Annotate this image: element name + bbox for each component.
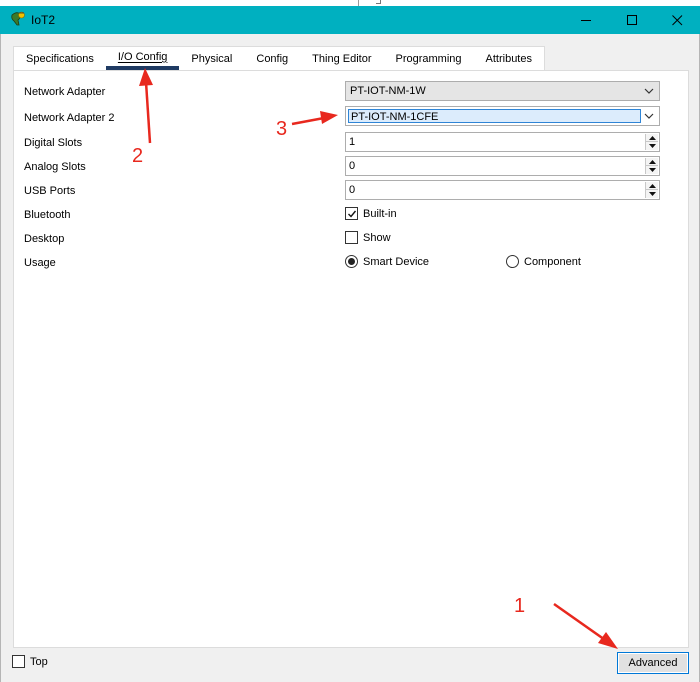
stepper-down-button[interactable] — [646, 190, 658, 198]
advanced-button[interactable]: Advanced — [617, 652, 689, 674]
caret-up-icon — [648, 159, 656, 164]
radio-selected-dot — [348, 258, 355, 265]
chevron-down-icon — [644, 113, 654, 119]
bluetooth-option-label: Built-in — [363, 207, 397, 220]
usage-option-label: Component — [524, 255, 581, 268]
tab-label: Attributes — [485, 52, 532, 65]
network-adapter-2-value: PT-IOT-NM-1CFE — [348, 109, 641, 123]
tab-specifications[interactable]: Specifications — [13, 46, 106, 70]
analog-slots-value: 0 — [349, 160, 356, 172]
title-bar[interactable]: IoT2 — [0, 6, 700, 34]
maximize-icon — [626, 14, 637, 25]
tab-physical[interactable]: Physical — [179, 46, 245, 70]
digital-slots-value: 1 — [349, 136, 356, 148]
tab-config[interactable]: Config — [244, 46, 301, 70]
dialog-client-area: Specifications I/O Config Physical Confi… — [0, 34, 700, 682]
tab-thing-editor[interactable]: Thing Editor — [300, 46, 384, 70]
annotation-number-2: 2 — [132, 145, 144, 167]
stepper-down-button[interactable] — [646, 142, 658, 150]
caret-up-icon — [648, 183, 656, 188]
bluetooth-builtin-checkbox[interactable]: Built-in — [345, 207, 397, 220]
advanced-button-label: Advanced — [628, 657, 678, 669]
desktop-option-label: Show — [363, 231, 391, 244]
caret-down-icon — [648, 192, 656, 196]
network-adapter-value: PT-IOT-NM-1W — [350, 85, 426, 97]
network-adapter-2-select[interactable]: PT-IOT-NM-1CFE — [345, 106, 660, 126]
usage-label: Usage — [24, 257, 56, 269]
usb-ports-value: 0 — [349, 184, 356, 196]
stepper-buttons — [645, 134, 658, 150]
radio-button[interactable] — [345, 255, 358, 268]
tab-label: Thing Editor — [312, 52, 372, 65]
close-icon — [671, 14, 682, 25]
usage-component-radio[interactable]: Component — [506, 255, 581, 268]
analog-slots-label: Analog Slots — [24, 161, 86, 173]
caret-down-icon — [648, 144, 656, 148]
stepper-buttons — [645, 182, 658, 198]
desktop-label: Desktop — [24, 233, 65, 245]
usb-ports-stepper[interactable]: 0 — [345, 180, 660, 200]
checkbox-box[interactable] — [12, 655, 25, 668]
network-adapter-select[interactable]: PT-IOT-NM-1W — [345, 81, 660, 101]
tab-label: I/O Config — [117, 50, 168, 63]
digital-slots-label: Digital Slots — [24, 137, 83, 149]
radio-button[interactable] — [506, 255, 519, 268]
tab-label: Config — [256, 52, 289, 65]
window-title: IoT2 — [31, 13, 56, 27]
tab-io-config[interactable]: I/O Config — [105, 46, 180, 70]
check-icon — [347, 210, 356, 218]
checkbox-box[interactable] — [345, 207, 358, 220]
io-config-panel: Network Adapter PT-IOT-NM-1W Network Ada… — [13, 70, 689, 648]
desktop-show-checkbox[interactable]: Show — [345, 231, 391, 244]
usage-option-label: Smart Device — [363, 255, 430, 268]
top-checkbox[interactable]: Top — [12, 655, 48, 668]
bluetooth-label: Bluetooth — [24, 209, 71, 221]
annotation-number-3: 3 — [276, 118, 288, 140]
minimize-button[interactable] — [563, 6, 609, 34]
stepper-down-button[interactable] — [646, 166, 658, 174]
stepper-up-button[interactable] — [646, 182, 658, 190]
tab-bar: Specifications I/O Config Physical Confi… — [13, 46, 545, 70]
tab-label: Specifications — [26, 52, 94, 65]
network-adapter-label: Network Adapter — [24, 86, 106, 98]
stepper-buttons — [645, 158, 658, 174]
tab-programming[interactable]: Programming — [383, 46, 474, 70]
iot-device-icon — [11, 11, 25, 26]
checkbox-box[interactable] — [345, 231, 358, 244]
top-checkbox-label: Top — [30, 655, 48, 668]
maximize-button[interactable] — [609, 6, 655, 34]
caret-down-icon — [648, 168, 656, 172]
network-adapter-2-label: Network Adapter 2 — [24, 112, 115, 124]
usage-smart-device-radio[interactable]: Smart Device — [345, 255, 429, 268]
stepper-up-button[interactable] — [646, 158, 658, 166]
stepper-up-button[interactable] — [646, 134, 658, 142]
close-button[interactable] — [654, 6, 700, 34]
minimize-icon — [580, 19, 591, 21]
background-chevron-icon — [376, 0, 381, 4]
tab-label: Programming — [395, 52, 462, 65]
digital-slots-stepper[interactable]: 1 — [345, 132, 660, 152]
usb-ports-label: USB Ports — [24, 185, 76, 197]
tab-attributes[interactable]: Attributes — [473, 46, 545, 70]
tab-label: Physical — [191, 52, 233, 65]
caret-up-icon — [648, 135, 656, 140]
analog-slots-stepper[interactable]: 0 — [345, 156, 660, 176]
chevron-down-icon — [644, 88, 654, 94]
annotation-number-1: 1 — [514, 595, 526, 617]
